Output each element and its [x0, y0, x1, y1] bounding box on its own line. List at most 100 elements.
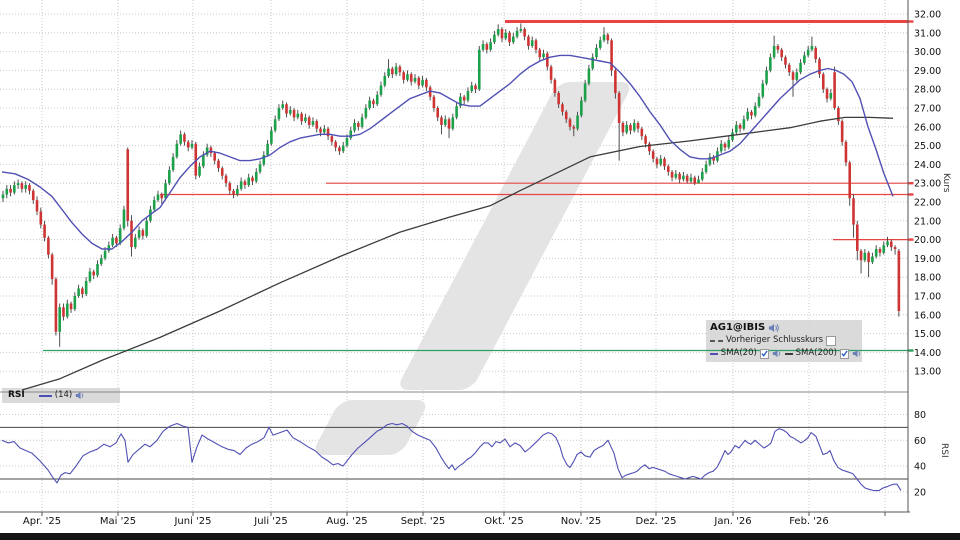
legend-title-row: AG1@IBIS	[710, 321, 862, 334]
candle	[523, 29, 526, 37]
rsi-period-label: (14)	[55, 389, 72, 402]
candle	[671, 172, 674, 178]
month-label: Feb. '26	[789, 516, 829, 527]
candle	[40, 211, 43, 224]
candle	[520, 29, 523, 31]
candle	[852, 198, 855, 224]
month-label: Mai '25	[100, 516, 136, 527]
candle	[724, 144, 727, 148]
candle	[134, 238, 137, 247]
candle	[603, 35, 606, 41]
candle	[576, 116, 579, 129]
candle	[349, 131, 352, 139]
price-tick-label: 17.00	[914, 292, 941, 303]
candle	[278, 108, 281, 119]
candle	[164, 183, 167, 198]
month-label: Apr. '25	[23, 516, 61, 527]
candle	[822, 74, 825, 89]
candle	[697, 179, 700, 183]
candle	[690, 178, 693, 182]
candle	[81, 288, 84, 294]
candle	[641, 129, 644, 137]
candle	[455, 106, 458, 117]
candle	[625, 125, 628, 133]
stock-chart-app: 32.0031.0030.0029.0028.0027.0026.0025.00…	[0, 0, 960, 540]
price-tick-label: 27.00	[914, 104, 941, 115]
rsi-line-sample	[39, 395, 52, 397]
candle	[826, 89, 829, 98]
candle	[353, 123, 356, 131]
candle	[232, 191, 235, 195]
candle	[516, 31, 519, 37]
candle	[361, 117, 364, 126]
candle	[546, 53, 549, 66]
candle	[421, 80, 424, 86]
candle	[618, 93, 621, 123]
price-tick-label: 26.00	[914, 122, 941, 133]
price-legend: AG1@IBIS Vorheriger Schlusskurs SMA(20) …	[710, 321, 862, 360]
speaker-icon[interactable]	[852, 349, 862, 358]
candle	[845, 142, 848, 163]
speaker-icon[interactable]	[772, 349, 782, 358]
price-tick-label: 29.00	[914, 66, 941, 77]
candle	[807, 50, 810, 56]
candle	[637, 123, 640, 129]
price-tick-label: 16.00	[914, 310, 941, 321]
candle	[486, 44, 489, 50]
candle	[735, 125, 738, 133]
candle	[387, 69, 390, 77]
sma20-checkbox[interactable]	[760, 349, 769, 359]
candle	[554, 80, 557, 93]
rsi-axis-title: RSI	[939, 443, 949, 458]
candle	[126, 149, 129, 220]
candle	[678, 174, 681, 180]
rsi-label: RSI	[8, 389, 25, 402]
candle	[293, 110, 296, 118]
candle	[304, 117, 307, 121]
month-label: Dez. '25	[636, 516, 677, 527]
candle	[28, 185, 31, 191]
candle	[572, 127, 575, 129]
sma200-checkbox[interactable]	[840, 349, 849, 359]
sma20-label: SMA(20)	[721, 347, 757, 360]
candle	[727, 140, 730, 148]
candle	[882, 245, 885, 253]
prev-close-checkbox[interactable]	[826, 336, 836, 346]
candle	[531, 40, 534, 46]
candle	[13, 185, 16, 193]
candle	[440, 117, 443, 125]
candle	[754, 106, 757, 115]
candle	[5, 189, 8, 195]
price-tick-label: 32.00	[914, 10, 941, 21]
candle	[569, 119, 572, 127]
candle	[444, 119, 447, 125]
candle	[191, 144, 194, 148]
candle	[376, 95, 379, 104]
chart-canvas[interactable]: 32.0031.0030.0029.0028.0027.0026.0025.00…	[0, 0, 960, 540]
candle	[656, 159, 659, 165]
candle	[202, 155, 205, 166]
speaker-icon[interactable]	[75, 391, 85, 400]
candle	[17, 183, 20, 185]
candle	[686, 176, 689, 182]
candle	[85, 281, 88, 294]
candle	[448, 119, 451, 128]
candle	[198, 166, 201, 175]
candle	[9, 189, 12, 193]
candle	[402, 72, 405, 80]
candle	[542, 53, 545, 57]
candle	[338, 147, 341, 151]
candle	[319, 129, 322, 133]
speaker-icon[interactable]	[768, 323, 779, 333]
candle	[391, 69, 394, 75]
symbol-label: AG1@IBIS	[710, 321, 765, 334]
candle	[746, 112, 749, 120]
candle	[213, 153, 216, 161]
candle	[561, 104, 564, 112]
candle	[584, 84, 587, 101]
price-tick-label: 24.00	[914, 160, 941, 171]
candle	[731, 132, 734, 140]
price-tick-label: 25.00	[914, 141, 941, 152]
candle	[47, 238, 50, 255]
month-label: Jan. '26	[713, 516, 751, 527]
